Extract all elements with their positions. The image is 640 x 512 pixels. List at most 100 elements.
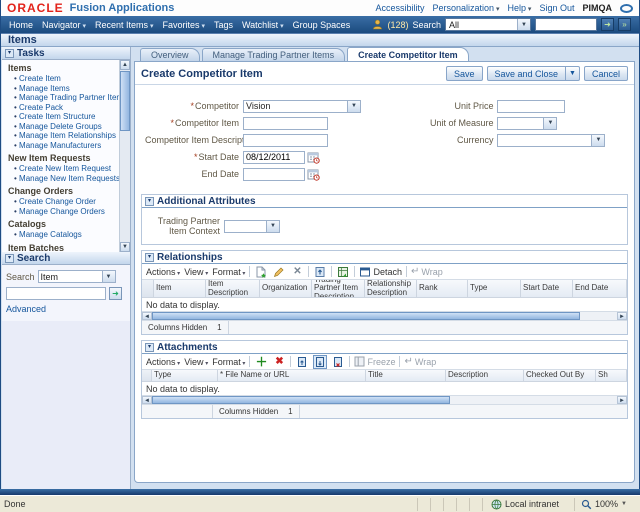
column-header[interactable]: Type (468, 280, 521, 297)
task-link-create-new-item-request[interactable]: Create New Item Request (14, 164, 118, 174)
personalization-menu[interactable]: Personalization (432, 3, 499, 13)
check-out-icon[interactable] (295, 355, 309, 369)
actions-menu[interactable]: Actions (146, 267, 180, 277)
column-header[interactable]: Rank (417, 280, 468, 297)
tab-manage-trading-partner-items[interactable]: Manage Trading Partner Items (202, 48, 346, 61)
start-date-input[interactable] (243, 151, 305, 164)
unit-of-measure-select[interactable]: ▼ (497, 117, 557, 130)
competitor-item-description-input[interactable] (243, 134, 328, 147)
task-link-manage-trading-partner-items[interactable]: Manage Trading Partner Items (14, 93, 118, 103)
detach-button[interactable]: Detach (359, 266, 402, 278)
save-and-close-menu-icon[interactable]: ▼ (566, 66, 580, 81)
nav-home[interactable]: Home (9, 20, 33, 30)
task-link-manage-catalogs[interactable]: Manage Catalogs (14, 230, 118, 240)
task-link-create-item-structure[interactable]: Create Item Structure (14, 112, 118, 122)
column-header[interactable]: * File Name or URL (218, 370, 366, 381)
collapse-icon[interactable]: ▾ (145, 343, 154, 352)
collapse-icon[interactable]: ▾ (5, 254, 14, 263)
scrollbar-thumb[interactable] (152, 312, 580, 320)
scrollbar-thumb[interactable] (120, 71, 130, 131)
unit-price-input[interactable] (497, 100, 565, 113)
view-menu[interactable]: View (184, 357, 208, 367)
scrollbar-thumb[interactable] (152, 396, 450, 404)
nav-recent-items[interactable]: Recent Items (95, 20, 154, 30)
tab-overview[interactable]: Overview (140, 48, 200, 61)
sign-out-link[interactable]: Sign Out (539, 3, 574, 13)
advanced-search-button[interactable]: » (618, 18, 631, 31)
column-header[interactable]: Checked Out By (524, 370, 596, 381)
column-header[interactable]: End Date (573, 280, 627, 297)
chevron-down-icon[interactable]: ▼ (102, 271, 115, 282)
save-and-close-button[interactable]: Save and Close (487, 66, 567, 81)
column-header[interactable]: Item (154, 280, 206, 297)
task-link-create-pack[interactable]: Create Pack (14, 103, 118, 113)
column-header[interactable]: Relationship Description (365, 280, 417, 297)
column-header[interactable]: Item Description (206, 280, 260, 297)
task-link-manage-change-orders[interactable]: Manage Change Orders (14, 207, 118, 217)
currency-select[interactable]: ▼ (497, 134, 605, 147)
column-header[interactable]: Sh (596, 370, 627, 381)
watchlist-count[interactable]: (128) (387, 20, 408, 30)
chevron-down-icon[interactable]: ▼ (543, 118, 556, 129)
edit-icon[interactable] (272, 265, 286, 279)
nav-watchlist[interactable]: Watchlist (242, 20, 284, 30)
collapse-icon[interactable]: ▾ (145, 253, 154, 262)
column-header[interactable]: Type (152, 370, 218, 381)
format-menu[interactable]: Format (212, 267, 245, 277)
tasks-pane-header[interactable]: ▾ Tasks (2, 47, 130, 60)
scroll-up-icon[interactable]: ▲ (120, 60, 130, 70)
global-search-input[interactable] (535, 18, 597, 31)
chevron-down-icon[interactable]: ▼ (591, 135, 604, 146)
search-type-select[interactable]: Item ▼ (38, 270, 116, 283)
nav-group-spaces[interactable]: Group Spaces (293, 20, 351, 30)
end-date-input[interactable] (243, 168, 305, 181)
scroll-left-icon[interactable]: ◄ (142, 312, 152, 320)
column-header[interactable]: Title (366, 370, 446, 381)
nav-tags[interactable]: Tags (214, 20, 233, 30)
relationships-hscrollbar[interactable]: ◄ ► (142, 311, 627, 321)
task-link-manage-items[interactable]: Manage Items (14, 84, 118, 94)
chevron-down-icon[interactable]: ▼ (347, 101, 360, 112)
additional-attributes-header[interactable]: ▾ Additional Attributes (142, 195, 627, 208)
search-go-button[interactable]: ➜ (601, 18, 614, 31)
collapse-icon[interactable]: ▾ (145, 197, 154, 206)
column-header[interactable]: Trading Partner Item Description (312, 280, 365, 297)
create-icon[interactable] (254, 265, 268, 279)
accessibility-link[interactable]: Accessibility (375, 3, 424, 13)
column-header[interactable]: Start Date (521, 280, 573, 297)
competitor-select[interactable]: Vision ▼ (243, 100, 361, 113)
format-menu[interactable]: Format (212, 357, 245, 367)
attachments-header[interactable]: ▾ Attachments (142, 341, 627, 354)
scroll-left-icon[interactable]: ◄ (142, 396, 152, 404)
trading-partner-item-context-select[interactable]: ▼ (224, 220, 280, 233)
calendar-icon[interactable] (307, 168, 320, 181)
collapse-icon[interactable]: ▾ (5, 49, 14, 58)
tab-create-competitor-item[interactable]: Create Competitor Item (347, 47, 469, 61)
wrap-button[interactable]: ↵ Wrap (411, 266, 443, 277)
task-link-manage-delete-groups[interactable]: Manage Delete Groups (14, 122, 118, 132)
task-link-manage-manufacturers[interactable]: Manage Manufacturers (14, 141, 118, 151)
attachments-hscrollbar[interactable]: ◄ ► (142, 395, 627, 405)
save-button[interactable]: Save (446, 66, 483, 81)
wrap-button[interactable]: ↵ Wrap (404, 356, 436, 367)
cancel-check-out-icon[interactable] (331, 355, 345, 369)
scroll-down-icon[interactable]: ▼ (120, 242, 130, 252)
search-pane-header[interactable]: ▾ Search (2, 252, 130, 265)
actions-menu[interactable]: Actions (146, 357, 180, 367)
column-header[interactable]: Organization (260, 280, 312, 297)
cancel-button[interactable]: Cancel (584, 66, 628, 81)
task-link-manage-new-item-requests[interactable]: Manage New Item Requests (14, 174, 118, 184)
delete-icon[interactable]: ✕ (290, 265, 304, 279)
sidebar-search-input[interactable] (6, 287, 106, 300)
task-link-create-item[interactable]: Create Item (14, 74, 118, 84)
competitor-item-input[interactable] (243, 117, 328, 130)
column-header[interactable]: Description (446, 370, 524, 381)
scroll-right-icon[interactable]: ► (617, 312, 627, 320)
check-in-icon[interactable] (313, 355, 327, 369)
advanced-search-link[interactable]: Advanced (6, 304, 46, 314)
tasks-scrollbar[interactable]: ▲ ▼ (119, 60, 130, 252)
chevron-down-icon[interactable]: ▼ (517, 19, 530, 30)
task-link-manage-item-relationships[interactable]: Manage Item Relationships (14, 131, 118, 141)
chevron-down-icon[interactable]: ▼ (266, 221, 279, 232)
task-link-create-change-order[interactable]: Create Change Order (14, 197, 118, 207)
